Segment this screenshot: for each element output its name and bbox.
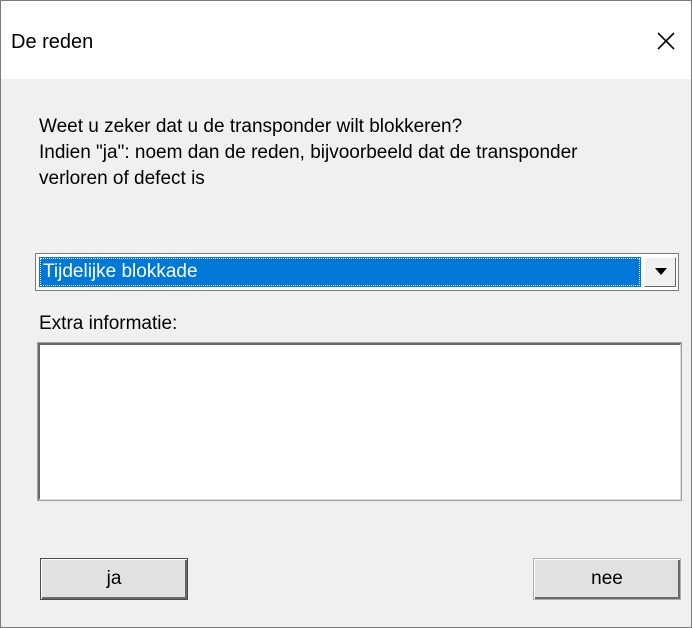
no-button[interactable]: nee xyxy=(533,558,681,600)
reason-dropdown[interactable]: Tijdelijke blokkade xyxy=(35,253,679,291)
message-line-1: Weet u zeker dat u de transponder wilt b… xyxy=(39,116,463,137)
confirmation-message: Weet u zeker dat u de transponder wilt b… xyxy=(39,114,679,192)
message-line-3: verloren of defect is xyxy=(39,168,205,189)
title-bar: De reden xyxy=(1,1,691,79)
reason-selected-value[interactable]: Tijdelijke blokkade xyxy=(39,257,641,287)
dialog-window: De reden Weet u zeker dat u de transpond… xyxy=(0,0,692,628)
extra-info-textarea[interactable] xyxy=(37,342,682,501)
extra-info-label: Extra informatie: xyxy=(39,313,178,334)
yes-button[interactable]: ja xyxy=(40,558,188,600)
message-line-2: Indien "ja": noem dan de reden, bijvoorb… xyxy=(39,142,578,163)
dropdown-button[interactable] xyxy=(644,257,676,287)
dialog-title: De reden xyxy=(11,31,94,53)
close-button[interactable] xyxy=(648,23,684,59)
close-icon xyxy=(657,32,675,50)
chevron-down-icon xyxy=(655,268,667,275)
